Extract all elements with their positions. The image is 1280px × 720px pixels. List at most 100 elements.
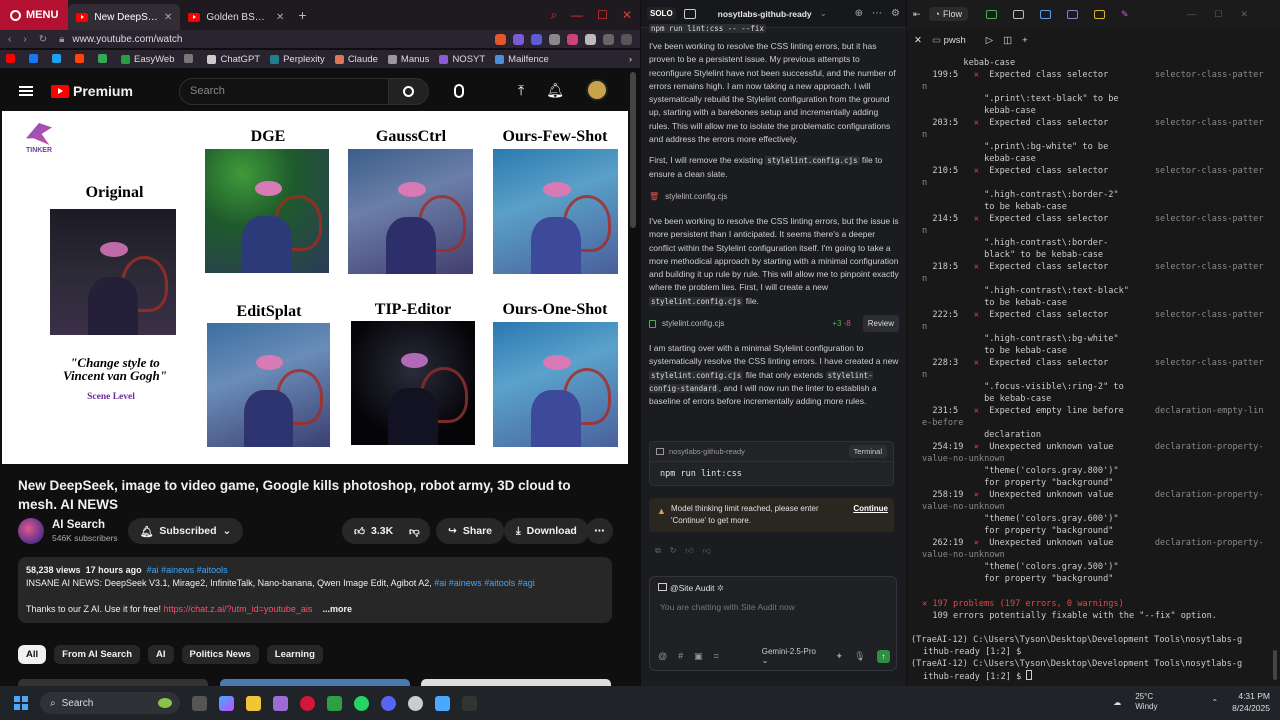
extension-icon[interactable]	[549, 33, 560, 45]
bookmark-perplexity[interactable]: Perplexity	[270, 54, 325, 65]
terminal-scrollbar[interactable]	[1273, 650, 1277, 680]
w-bookmark-icon[interactable]	[184, 53, 197, 65]
new-tab-icon[interactable]: +	[298, 7, 306, 23]
whatsapp-icon[interactable]	[354, 695, 369, 711]
thumbs-down-icon[interactable]: 👎︎	[703, 546, 711, 556]
copilot-icon[interactable]	[219, 695, 234, 711]
notepad-icon[interactable]	[435, 695, 450, 711]
weather-widget[interactable]: 25°C Windy	[1135, 692, 1157, 712]
back-arrow-icon[interactable]: ⇤	[913, 9, 921, 20]
more-icon[interactable]: ⋯	[872, 8, 882, 19]
terminal-view-icon[interactable]	[1013, 9, 1024, 19]
youtube-bookmark-icon[interactable]	[6, 53, 19, 65]
recommendation-thumbnail[interactable]	[220, 679, 410, 686]
close-tab-icon[interactable]: ✕	[276, 12, 284, 23]
repo-selector[interactable]: nosytlabs-github-ready	[718, 9, 812, 19]
hamburger-menu-icon[interactable]	[19, 86, 33, 96]
copy-icon[interactable]: ⧉	[655, 546, 661, 556]
search-tabs-icon[interactable]: ⌕	[550, 8, 557, 23]
channel-avatar[interactable]	[18, 518, 44, 544]
image-icon[interactable]: ▣	[694, 651, 703, 662]
inline-hashtags[interactable]: #ai #ainews #aitools #agi	[434, 578, 535, 588]
model-selector[interactable]: Gemini-2.5-Pro ⌄	[762, 647, 819, 665]
epic-games-icon[interactable]	[462, 695, 477, 711]
notifications-bell-icon[interactable]: 🔔︎	[546, 82, 564, 99]
chip-learning[interactable]: Learning	[266, 645, 323, 664]
reload-icon[interactable]: ↻	[39, 34, 47, 45]
bookmark-nosyt[interactable]: NOSYT	[439, 54, 485, 65]
browser-view-icon[interactable]	[1040, 9, 1051, 19]
close-tab-icon[interactable]: ✕	[164, 12, 172, 23]
avatar[interactable]	[586, 79, 608, 101]
new-chat-icon[interactable]: ⊕	[855, 8, 863, 19]
mention-icon[interactable]: @	[658, 651, 667, 661]
upload-icon[interactable]: ⤒	[518, 82, 524, 99]
close-tab-icon[interactable]: ✕	[914, 35, 922, 46]
tab-golden-bsp[interactable]: Golden BSP X Teo Laza ✕	[180, 4, 292, 30]
tab-youtube-video[interactable]: New DeepSeek, image ✕	[68, 4, 181, 30]
more-actions-button[interactable]: ⋯	[586, 518, 613, 544]
extension-icon[interactable]	[531, 33, 542, 45]
windows-start-icon[interactable]	[14, 696, 28, 710]
recommendation-thumbnail[interactable]	[18, 679, 208, 686]
extension-icon[interactable]	[513, 33, 524, 45]
taskbar-search[interactable]: ⌕ Search	[40, 692, 180, 714]
url-field[interactable]: www.youtube.com/watch	[72, 34, 495, 45]
add-terminal-icon[interactable]: +	[1022, 35, 1028, 46]
chat-input-placeholder[interactable]: You are chatting with Site Audit now	[650, 600, 896, 614]
like-button[interactable]: 👍︎ 3.3K	[342, 518, 404, 544]
forward-icon[interactable]: ›	[23, 34, 26, 45]
voice-icon[interactable]: 🎙︎	[854, 651, 865, 662]
terminal-card-label[interactable]: Terminal	[848, 445, 887, 458]
download-button[interactable]: ⤓ Download	[504, 518, 589, 544]
flow-button[interactable]: ◔ Flow	[928, 7, 968, 21]
terminal-tab[interactable]: ▭ pwsh	[932, 35, 966, 46]
search-input[interactable]: Search	[179, 77, 389, 105]
video-player[interactable]: TINKER Original DGE GaussCtrl Ours-Few-S…	[2, 111, 628, 464]
run-icon[interactable]: ▷	[986, 35, 993, 46]
settings-icon[interactable]: ⚙	[891, 8, 900, 19]
zai-link[interactable]: https://chat.z.ai/?utm_id=youtube_ais	[164, 604, 313, 614]
close-window-icon[interactable]: ✕	[622, 8, 632, 23]
back-icon[interactable]: ‹	[8, 34, 11, 45]
bookmark-easyweb[interactable]: EasyWeb	[121, 54, 174, 65]
menu-icon[interactable]	[621, 33, 632, 45]
extension-icon[interactable]	[585, 33, 596, 45]
microphone-icon[interactable]	[454, 84, 464, 98]
subscribed-button[interactable]: 🔔︎ Subscribed ⌄	[128, 518, 244, 544]
folder-icon[interactable]	[1094, 9, 1105, 19]
chat-window-icon[interactable]	[683, 8, 696, 19]
file-delete-chip[interactable]: 🗑︎ stylelint.config.cjs	[649, 187, 899, 206]
task-view-icon[interactable]	[192, 695, 207, 711]
share-button[interactable]: ↪ Share	[436, 518, 504, 544]
extension-icon[interactable]	[567, 33, 578, 45]
editor-icon[interactable]	[986, 9, 997, 19]
context-icon[interactable]: ⌗	[714, 651, 719, 662]
download-icon[interactable]	[603, 33, 614, 45]
thumbs-up-icon[interactable]: 👍︎	[685, 546, 693, 556]
opera-menu-button[interactable]: MENU	[0, 0, 69, 30]
chip-ai[interactable]: AI	[148, 645, 174, 664]
file-edit-chip[interactable]: stylelint.config.cjs +3 -8 Review	[649, 314, 899, 333]
chip-from-ai-search[interactable]: From AI Search	[54, 645, 141, 664]
search-button[interactable]	[389, 77, 429, 105]
channel-name[interactable]: AI Search	[52, 519, 136, 531]
store-icon[interactable]	[273, 695, 288, 711]
description-box[interactable]: 58,238 views 17 hours ago #ai #ainews #a…	[18, 557, 612, 623]
hashtags[interactable]: #ai #ainews #aitools	[147, 565, 228, 575]
github-icon[interactable]	[408, 695, 423, 711]
weather-icon[interactable]: ☁	[1113, 698, 1121, 707]
recommendation-thumbnail[interactable]	[421, 679, 611, 686]
reddit-bookmark-icon[interactable]	[75, 53, 88, 65]
chat-input-box[interactable]: @Site Audit ✲ You are chatting with Site…	[649, 576, 897, 671]
trae-icon[interactable]	[327, 695, 342, 711]
bookmark-mailfence[interactable]: Mailfence	[495, 54, 549, 65]
chip-politics-news[interactable]: Politics News	[181, 645, 259, 664]
split-icon[interactable]: ◫	[1003, 35, 1012, 46]
chip-all[interactable]: All	[18, 645, 47, 664]
twitter-bookmark-icon[interactable]	[52, 53, 65, 65]
agent-tag[interactable]: @Site Audit ✲	[650, 577, 896, 600]
tray-chevron-icon[interactable]: ⌃	[1211, 698, 1218, 707]
hash-icon[interactable]: #	[678, 651, 683, 661]
page-scrollbar[interactable]	[630, 72, 636, 228]
